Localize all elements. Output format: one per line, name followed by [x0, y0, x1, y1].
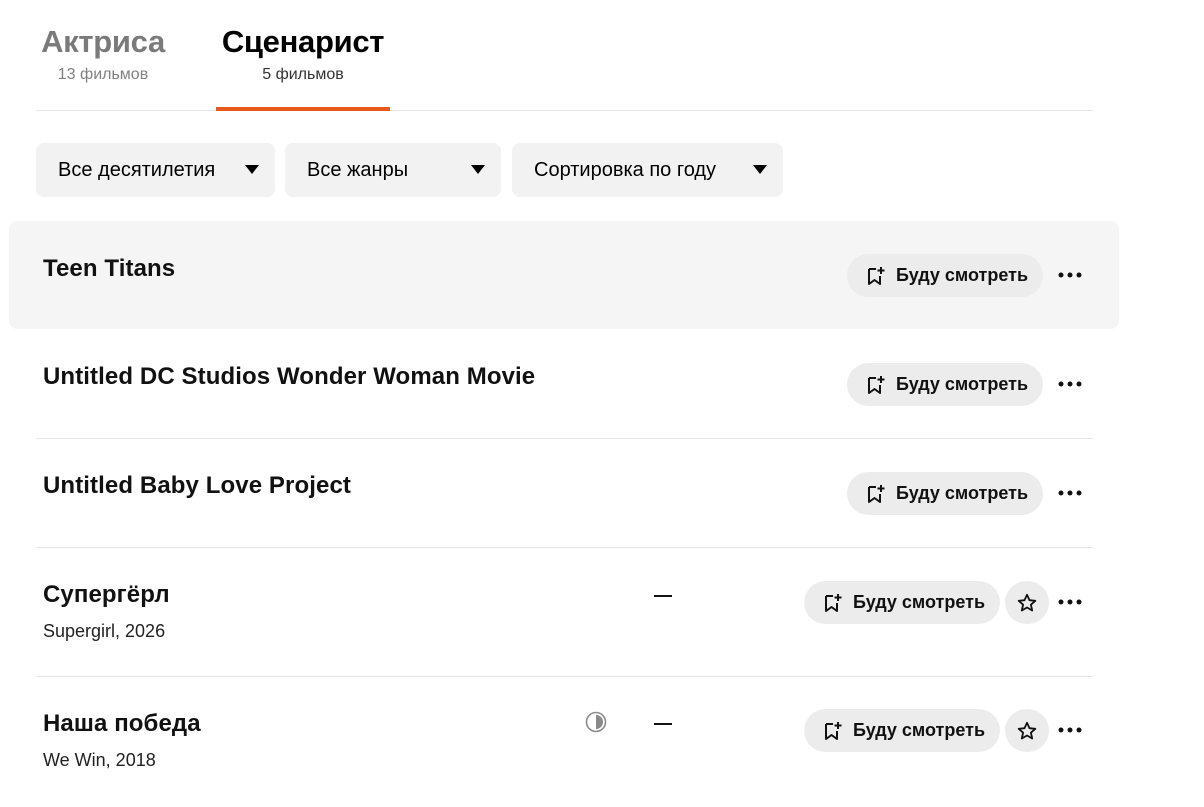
- watch-later-label: Буду смотреть: [853, 592, 986, 612]
- more-dots-icon: [1058, 490, 1082, 496]
- rating-value: [654, 595, 672, 597]
- film-row[interactable]: Untitled Baby Love Project Буду смотреть: [36, 438, 1093, 548]
- film-title[interactable]: Untitled DC Studios Wonder Woman Movie: [43, 363, 535, 391]
- filmography-page: Актриса 13 фильмов Сценарист 5 фильмов В…: [0, 0, 1204, 807]
- more-button[interactable]: [1055, 478, 1085, 508]
- watch-later-button[interactable]: Буду смотреть: [804, 709, 1000, 752]
- decades-filter[interactable]: Все десятилетия: [36, 143, 275, 197]
- star-icon: [1017, 721, 1037, 739]
- half-circle-rating-icon: [585, 711, 607, 733]
- more-button[interactable]: [1055, 587, 1085, 617]
- tab-writer[interactable]: Сценарист 5 фильмов: [216, 24, 390, 86]
- bookmark-plus-icon: [868, 484, 885, 503]
- bookmark-plus-icon: [825, 593, 842, 612]
- rate-button[interactable]: [1005, 709, 1049, 752]
- film-title[interactable]: Untitled Baby Love Project: [43, 472, 351, 500]
- film-row[interactable]: Teen Titans Буду смотреть: [9, 221, 1119, 329]
- film-subtitle: We Win, 2018: [43, 750, 156, 770]
- tab-title: Сценарист: [221, 24, 385, 59]
- caret-down-icon: [245, 165, 259, 174]
- tab-actress[interactable]: Актриса 13 фильмов: [36, 24, 170, 86]
- tab-count: 13 фильмов: [57, 66, 149, 83]
- star-icon: [1017, 593, 1037, 611]
- watch-later-button[interactable]: Буду смотреть: [847, 254, 1043, 297]
- watch-later-label: Буду смотреть: [896, 374, 1029, 394]
- more-dots-icon: [1058, 599, 1082, 605]
- film-title[interactable]: Teen Titans: [43, 255, 175, 283]
- filter-label: Все жанры: [307, 158, 409, 181]
- more-button[interactable]: [1055, 260, 1085, 290]
- watch-later-button[interactable]: Буду смотреть: [847, 472, 1043, 515]
- watch-later-label: Буду смотреть: [896, 265, 1029, 285]
- caret-down-icon: [471, 165, 485, 174]
- more-dots-icon: [1058, 727, 1082, 733]
- film-title[interactable]: Наша победа: [43, 710, 201, 738]
- rate-button[interactable]: [1005, 581, 1049, 624]
- more-button[interactable]: [1055, 369, 1085, 399]
- caret-down-icon: [753, 165, 767, 174]
- bookmark-plus-icon: [868, 375, 885, 394]
- more-dots-icon: [1058, 381, 1082, 387]
- filter-label: Все десятилетия: [58, 158, 216, 181]
- role-tabs: Актриса 13 фильмов Сценарист 5 фильмов: [36, 0, 1093, 111]
- film-title[interactable]: Супергёрл: [43, 581, 170, 609]
- tab-title: Актриса: [41, 24, 165, 59]
- sort-filter[interactable]: Сортировка по году: [512, 143, 783, 197]
- watch-later-label: Буду смотреть: [896, 483, 1029, 503]
- filter-label: Сортировка по году: [534, 158, 717, 181]
- bookmark-plus-icon: [868, 266, 885, 285]
- more-button[interactable]: [1055, 715, 1085, 745]
- film-subtitle: Supergirl, 2026: [43, 621, 166, 641]
- film-row[interactable]: Untitled DC Studios Wonder Woman Movie Б…: [36, 329, 1093, 439]
- watch-later-button[interactable]: Буду смотреть: [847, 363, 1043, 406]
- tab-count: 5 фильмов: [262, 66, 344, 83]
- watch-later-button[interactable]: Буду смотреть: [804, 581, 1000, 624]
- film-row[interactable]: Наша победа We Win, 2018 Буду смотреть: [36, 676, 1093, 807]
- film-row[interactable]: Супергёрл Supergirl, 2026 Буду смотреть: [36, 547, 1093, 677]
- more-dots-icon: [1058, 272, 1082, 278]
- bookmark-plus-icon: [825, 721, 842, 740]
- watch-later-label: Буду смотреть: [853, 720, 986, 740]
- rating-value: [654, 723, 672, 725]
- active-tab-indicator: [216, 107, 390, 111]
- genres-filter[interactable]: Все жанры: [285, 143, 501, 197]
